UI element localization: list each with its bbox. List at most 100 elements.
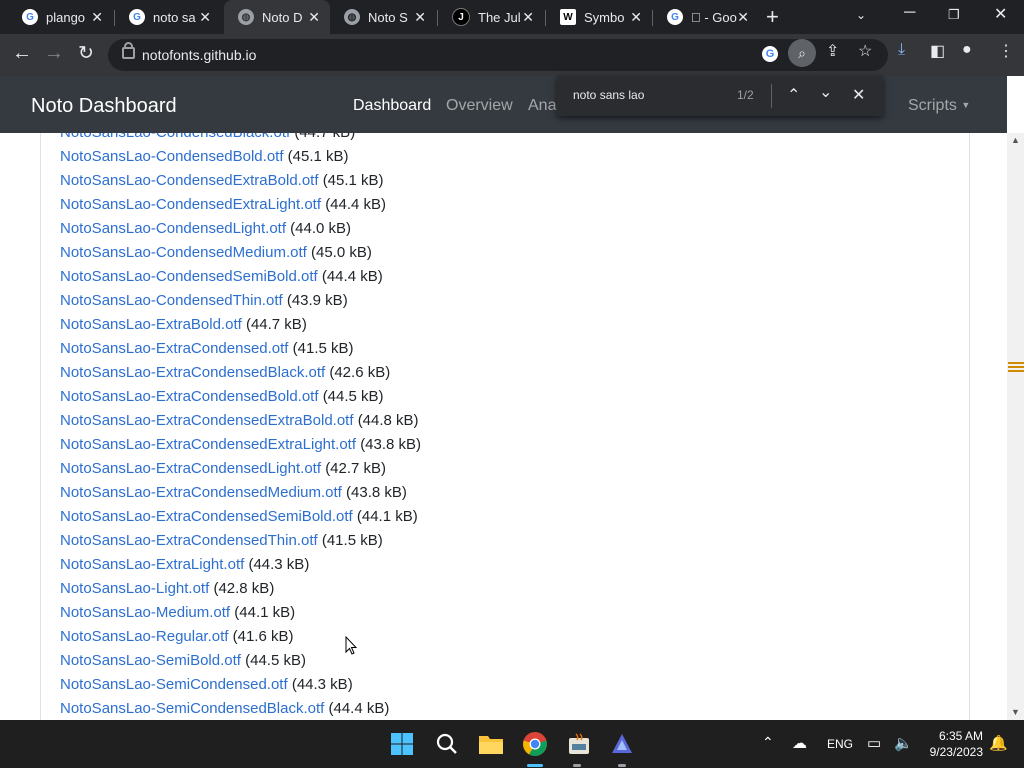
- font-file-link[interactable]: NotoSansLao-CondensedBold.otf: [60, 148, 284, 165]
- font-file-link[interactable]: NotoSansLao-CondensedExtraBold.otf: [60, 172, 319, 189]
- bookmark-star-icon[interactable]: ☆: [858, 41, 872, 61]
- close-icon[interactable]: ✕: [630, 9, 642, 26]
- font-file-link[interactable]: NotoSansLao-ExtraCondensedExtraLight.otf: [60, 436, 356, 453]
- notifications-bell-icon[interactable]: 🔔: [989, 734, 1008, 752]
- tab-strip: G plango ✕ G noto sa ✕ ◍ Noto D ✕ ◍ Noto…: [0, 0, 1024, 34]
- file-size: (42.6 kB): [329, 364, 391, 381]
- font-file-link[interactable]: NotoSansLao-CondensedBlack.otf: [60, 133, 290, 141]
- network-icon[interactable]: ▭: [867, 734, 881, 752]
- active-app-indicator: [527, 764, 543, 767]
- font-file-link[interactable]: NotoSansLao-CondensedThin.otf: [60, 292, 283, 309]
- tab-title: plango: [46, 9, 86, 25]
- find-close-icon[interactable]: ✕: [852, 85, 865, 105]
- side-panel-icon[interactable]: ◧: [930, 41, 945, 61]
- font-file-link[interactable]: NotoSansLao-ExtraCondensedBlack.otf: [60, 364, 325, 381]
- font-file-link[interactable]: NotoSansLao-SemiCondensedBlack.otf: [60, 700, 324, 717]
- font-file-link[interactable]: NotoSansLao-CondensedExtraLight.otf: [60, 196, 321, 213]
- file-size: (42.7 kB): [325, 460, 387, 477]
- scroll-up-arrow-icon[interactable]: ▲: [1011, 135, 1020, 145]
- file-list-item: NotoSansLao-SemiCondensedBlack.otf (44.4…: [60, 697, 421, 720]
- menu-kebab-icon[interactable]: ⋮: [998, 41, 1014, 61]
- close-icon[interactable]: ✕: [199, 9, 211, 26]
- back-icon[interactable]: ←: [12, 42, 32, 65]
- nav-dashboard[interactable]: Dashboard: [353, 97, 431, 115]
- nav-scripts-label: Scripts: [908, 97, 957, 114]
- close-icon[interactable]: ✕: [737, 9, 749, 26]
- volume-muted-icon[interactable]: 🔈: [894, 734, 913, 752]
- find-input[interactable]: noto sans lao: [573, 88, 644, 102]
- font-file-link[interactable]: NotoSansLao-ExtraLight.otf: [60, 556, 244, 573]
- clock-time[interactable]: 6:35 AM: [931, 729, 983, 743]
- file-explorer-icon[interactable]: [475, 728, 507, 760]
- find-match-count: 1/2: [737, 88, 754, 102]
- close-window-icon[interactable]: ✕: [994, 4, 1007, 24]
- url-text[interactable]: notofonts.github.io: [142, 47, 256, 63]
- profile-icon[interactable]: ●: [962, 41, 972, 59]
- minimize-icon[interactable]: ─: [904, 4, 915, 22]
- reload-icon[interactable]: ↻: [78, 42, 94, 65]
- tab-5[interactable]: J The Jul ✕: [438, 0, 544, 34]
- font-file-link[interactable]: NotoSansLao-CondensedSemiBold.otf: [60, 268, 318, 285]
- find-in-page-icon[interactable]: ⌕: [788, 39, 816, 67]
- font-file-link[interactable]: NotoSansLao-SemiCondensed.otf: [60, 676, 288, 693]
- tab-2[interactable]: G noto sa ✕: [115, 0, 221, 34]
- show-hidden-icons-chevron-icon[interactable]: ⌃: [762, 734, 774, 751]
- tab-1[interactable]: G plango ✕: [8, 0, 113, 34]
- new-tab-icon[interactable]: +: [766, 4, 779, 30]
- site-brand[interactable]: Noto Dashboard: [31, 95, 177, 118]
- tab-7[interactable]: G   - Goo ✕: [653, 0, 759, 34]
- nav-scripts[interactable]: Scripts ▼: [908, 97, 970, 115]
- font-file-link[interactable]: NotoSansLao-SemiBold.otf: [60, 652, 241, 669]
- font-file-link[interactable]: NotoSansLao-ExtraBold.otf: [60, 316, 242, 333]
- nav-overview[interactable]: Overview: [446, 97, 513, 115]
- font-file-link[interactable]: NotoSansLao-CondensedMedium.otf: [60, 244, 307, 261]
- chrome-icon[interactable]: [519, 728, 551, 760]
- file-list-item: NotoSansLao-ExtraCondensedLight.otf (42.…: [60, 457, 421, 481]
- file-size: (44.1 kB): [234, 604, 296, 621]
- font-file-link[interactable]: NotoSansLao-CondensedLight.otf: [60, 220, 286, 237]
- restore-icon[interactable]: ❐: [948, 7, 960, 23]
- close-icon[interactable]: ✕: [308, 9, 320, 26]
- page-scrollbar[interactable]: ▲ ▼: [1007, 133, 1024, 720]
- font-file-link[interactable]: NotoSansLao-ExtraCondensed.otf: [60, 340, 288, 357]
- font-file-link[interactable]: NotoSansLao-ExtraCondensedLight.otf: [60, 460, 321, 477]
- font-file-link[interactable]: NotoSansLao-ExtraCondensedThin.otf: [60, 532, 318, 549]
- file-list-item: NotoSansLao-ExtraCondensedMedium.otf (43…: [60, 481, 421, 505]
- font-file-link[interactable]: NotoSansLao-ExtraCondensedExtraBold.otf: [60, 412, 354, 429]
- file-size: (44.3 kB): [248, 556, 310, 573]
- nav-analytics[interactable]: Anal: [528, 97, 560, 115]
- tab-6[interactable]: W Symbo ✕: [546, 0, 652, 34]
- font-file-link[interactable]: NotoSansLao-ExtraCondensedMedium.otf: [60, 484, 342, 501]
- java-app-icon[interactable]: [563, 728, 595, 760]
- windows-start-icon[interactable]: [386, 728, 418, 760]
- clock-date[interactable]: 9/23/2023: [921, 745, 983, 759]
- page-content: NotoSansLao-CondensedBlack.otf (44.7 kB)…: [0, 133, 1007, 720]
- find-next-icon[interactable]: ⌄: [819, 82, 832, 102]
- tab-search-chevron-icon[interactable]: ⌄: [856, 8, 866, 22]
- file-list-item: NotoSansLao-SemiBold.otf (44.5 kB): [60, 649, 421, 673]
- share-icon[interactable]: ⇪: [826, 41, 839, 61]
- scroll-down-arrow-icon[interactable]: ▼: [1011, 707, 1020, 717]
- close-icon[interactable]: ✕: [414, 9, 426, 26]
- language-indicator[interactable]: ENG: [827, 737, 853, 751]
- font-file-link[interactable]: NotoSansLao-Light.otf: [60, 580, 209, 597]
- search-icon[interactable]: [431, 728, 463, 760]
- font-file-link[interactable]: NotoSansLao-Medium.otf: [60, 604, 230, 621]
- tab-4[interactable]: ◍ Noto S ✕: [330, 0, 436, 34]
- google-lens-icon[interactable]: G: [762, 46, 778, 62]
- font-file-link[interactable]: NotoSansLao-Regular.otf: [60, 628, 228, 645]
- app-triangle-icon[interactable]: [606, 728, 638, 760]
- font-file-link[interactable]: NotoSansLao-ExtraCondensedSemiBold.otf: [60, 508, 353, 525]
- forward-icon[interactable]: →: [44, 42, 64, 65]
- download-icon[interactable]: ⤓: [898, 41, 905, 59]
- file-size: (45.1 kB): [287, 148, 349, 165]
- close-icon[interactable]: ✕: [91, 9, 103, 26]
- julia-icon: J: [452, 8, 470, 26]
- close-icon[interactable]: ✕: [522, 9, 534, 26]
- font-file-link[interactable]: NotoSansLao-ExtraCondensedBold.otf: [60, 388, 319, 405]
- find-previous-icon[interactable]: ⌃: [787, 85, 800, 105]
- onedrive-icon[interactable]: ☁: [792, 734, 807, 752]
- tab-3-active[interactable]: ◍ Noto D ✕: [224, 0, 330, 34]
- file-list-item: NotoSansLao-ExtraCondensedThin.otf (41.5…: [60, 529, 421, 553]
- file-list-item: NotoSansLao-CondensedSemiBold.otf (44.4 …: [60, 265, 421, 289]
